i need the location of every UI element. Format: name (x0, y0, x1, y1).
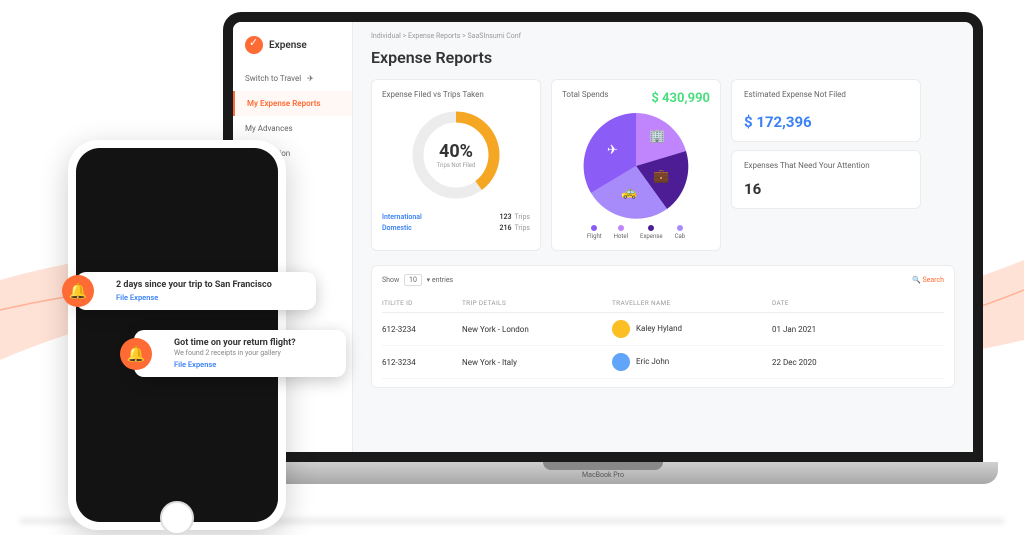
th-trip: TRIP DETAILS (462, 299, 612, 307)
breadcrumb[interactable]: Individual > Expense Reports > SaaSInsum… (371, 32, 955, 40)
expense-icon: 💼 (653, 169, 669, 184)
bell-icon: 🔔 (120, 338, 152, 370)
hotel-icon: 🏢 (649, 129, 665, 144)
card1-title: Expense Filed vs Trips Taken (382, 90, 530, 99)
sidebar-item-my-advances[interactable]: My Advances (233, 116, 352, 141)
flight-icon: ✈ (607, 143, 618, 158)
entries-dropdown-icon[interactable]: ▾ (427, 276, 431, 284)
donut-label: Trips Not Filed (437, 162, 476, 169)
pie-legend: Flight Hotel Expense Cab (562, 225, 710, 240)
cab-icon: 🚕 (621, 185, 637, 200)
brand-name: Expense (269, 40, 307, 51)
attention-count: 16 (744, 180, 908, 198)
main-content: Individual > Expense Reports > SaaSInsum… (353, 22, 973, 452)
sidebar-item-my-expense-reports[interactable]: My Expense Reports (233, 91, 352, 116)
card2-title: Total Spends (562, 90, 608, 99)
card-total-spends: Total Spends $ 430,990 ✈ 🏢 💼 (551, 79, 721, 251)
paper-plane-icon: ✈ (307, 74, 314, 83)
donut-percent: 40% (439, 141, 473, 162)
notification-card[interactable]: 🔔 2 days since your trip to San Francisc… (76, 272, 316, 310)
th-name: TRAVELLER NAME (612, 299, 772, 307)
avatar (612, 353, 630, 371)
th-date: DATE (772, 299, 944, 307)
card-estimated-not-filed: Estimated Expense Not Filed $ 172,396 (731, 79, 921, 142)
card-need-attention: Expenses That Need Your Attention 16 (731, 150, 921, 209)
avatar (612, 320, 630, 338)
file-expense-link[interactable]: File Expense (174, 360, 336, 369)
bell-icon: 🔔 (62, 275, 94, 307)
table-row[interactable]: 612-3234 New York - Italy Eric John 22 D… (382, 346, 944, 379)
estimated-value: $ 172,396 (744, 113, 908, 131)
table-row[interactable]: 612-3234 New York - London Kaley Hyland … (382, 313, 944, 346)
file-expense-link[interactable]: File Expense (116, 293, 306, 302)
laptop-frame: Expense Switch to Travel ✈ My Expense Re… (208, 12, 998, 502)
home-button[interactable] (160, 501, 194, 535)
donut-chart: 40% Trips Not Filed (408, 107, 504, 203)
card-filed-vs-trips: Expense Filed vs Trips Taken 40% Trips N… (371, 79, 541, 251)
switch-to-travel[interactable]: Switch to Travel ✈ (233, 66, 352, 91)
search-link[interactable]: 🔍 Search (912, 276, 944, 284)
total-amount: $ 430,990 (651, 91, 710, 106)
th-id: ITILITE ID (382, 299, 462, 307)
notification-card[interactable]: 🔔 Got time on your return flight? We fou… (134, 330, 346, 377)
entries-select[interactable]: 10 (404, 274, 422, 286)
logo-icon (245, 36, 263, 54)
expense-table: Show 10 ▾ entries 🔍 Search ITILITE ID TR… (371, 265, 955, 388)
page-title: Expense Reports (371, 48, 955, 67)
app-logo[interactable]: Expense (233, 32, 352, 66)
laptop-label: MacBook Pro (582, 471, 624, 479)
pie-chart: ✈ 🏢 💼 🚕 (583, 113, 689, 219)
